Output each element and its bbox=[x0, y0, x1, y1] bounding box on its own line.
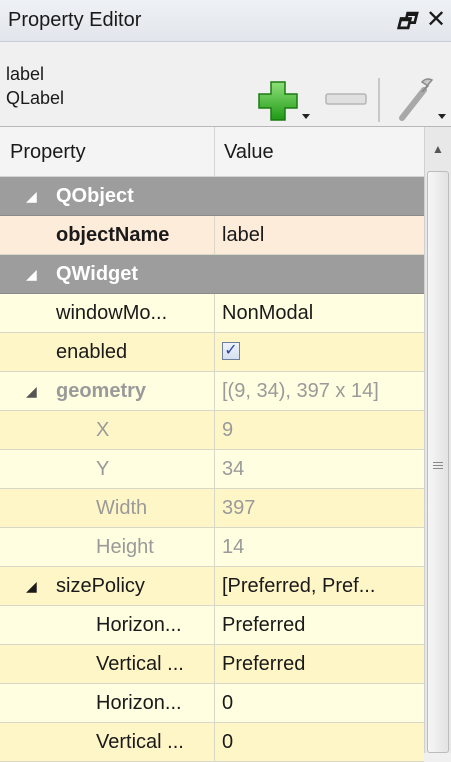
property-value[interactable]: 34 bbox=[222, 458, 244, 481]
vertical-scrollbar[interactable]: ▲ bbox=[424, 127, 451, 753]
property-name: Height bbox=[96, 536, 154, 558]
property-name: X bbox=[96, 419, 110, 441]
property-row-horizontal-stretch[interactable]: Horizon... 0 bbox=[0, 684, 424, 723]
property-row-horizontal-policy[interactable]: Horizon... Preferred bbox=[0, 606, 424, 645]
toolbar-separator bbox=[378, 78, 380, 122]
property-value[interactable]: [Preferred, Pref... bbox=[222, 575, 375, 598]
header-value[interactable]: Value bbox=[224, 141, 274, 164]
column-divider bbox=[214, 528, 215, 567]
add-dynamic-property-button[interactable] bbox=[258, 80, 316, 124]
property-row-enabled[interactable]: enabled ✓ bbox=[0, 333, 424, 372]
column-divider bbox=[214, 372, 215, 411]
property-row-x[interactable]: X 9 bbox=[0, 411, 424, 450]
property-name: enabled bbox=[56, 341, 128, 363]
collapse-arrow-icon[interactable]: ◢ bbox=[26, 578, 37, 595]
property-value[interactable]: 0 bbox=[222, 692, 233, 715]
column-divider bbox=[214, 450, 215, 489]
collapse-arrow-icon[interactable]: ◢ bbox=[26, 383, 37, 400]
close-icon[interactable]: ✕ bbox=[425, 5, 447, 33]
property-value[interactable]: 9 bbox=[222, 419, 233, 442]
property-row-vertical-stretch[interactable]: Vertical ... 0 bbox=[0, 723, 424, 762]
property-value[interactable]: 14 bbox=[222, 536, 244, 559]
category-label: QWidget bbox=[56, 263, 139, 285]
remove-dynamic-property-button[interactable] bbox=[322, 84, 370, 114]
property-name: geometry bbox=[56, 380, 147, 402]
property-name: windowMo... bbox=[56, 302, 168, 324]
property-table: Property Value ◢ QObject objectName labe… bbox=[0, 126, 451, 762]
column-divider bbox=[214, 567, 215, 606]
property-name: Width bbox=[96, 497, 148, 519]
collapse-arrow-icon[interactable]: ◢ bbox=[26, 266, 37, 283]
property-row-y[interactable]: Y 34 bbox=[0, 450, 424, 489]
column-divider bbox=[214, 216, 215, 255]
property-name: Horizon... bbox=[96, 692, 182, 714]
column-divider bbox=[214, 723, 215, 762]
category-row-qobject[interactable]: ◢ QObject bbox=[0, 177, 424, 216]
enabled-checkbox[interactable]: ✓ bbox=[222, 342, 240, 360]
window-title: Property Editor bbox=[8, 9, 142, 31]
category-row-qwidget[interactable]: ◢ QWidget bbox=[0, 255, 424, 294]
property-name: Horizon... bbox=[96, 614, 182, 636]
column-divider bbox=[214, 684, 215, 723]
column-divider bbox=[214, 645, 215, 684]
property-value[interactable]: [(9, 34), 397 x 14] bbox=[222, 380, 379, 403]
property-row-height[interactable]: Height 14 bbox=[0, 528, 424, 567]
property-value[interactable]: NonModal bbox=[222, 302, 313, 325]
scroll-grip-icon bbox=[433, 462, 443, 472]
property-value[interactable]: 397 bbox=[222, 497, 255, 520]
property-name: Vertical ... bbox=[96, 731, 184, 753]
column-divider bbox=[214, 411, 215, 450]
remove-dynamic-property-icon bbox=[325, 93, 367, 105]
table-header: Property Value bbox=[0, 127, 424, 177]
property-row-windowmodality[interactable]: windowMo... NonModal bbox=[0, 294, 424, 333]
float-icon[interactable]: 🗗 bbox=[396, 7, 416, 33]
property-name: Vertical ... bbox=[96, 653, 184, 675]
property-name: objectName bbox=[56, 224, 170, 246]
property-value[interactable]: Preferred bbox=[222, 614, 305, 637]
header-divider bbox=[214, 127, 215, 177]
collapse-arrow-icon[interactable]: ◢ bbox=[26, 188, 37, 205]
property-row-vertical-policy[interactable]: Vertical ... Preferred bbox=[0, 645, 424, 684]
property-name: Y bbox=[96, 458, 110, 480]
property-value[interactable]: label bbox=[222, 224, 264, 247]
column-divider bbox=[214, 294, 215, 333]
property-row-sizepolicy[interactable]: ◢ sizePolicy [Preferred, Pref... bbox=[0, 567, 424, 606]
property-row-objectname[interactable]: objectName label bbox=[0, 216, 424, 255]
column-divider bbox=[214, 606, 215, 645]
configure-button[interactable] bbox=[394, 76, 448, 124]
add-dynamic-property-icon bbox=[258, 81, 310, 121]
title-bar: Property Editor 🗗 ✕ bbox=[0, 0, 451, 42]
scroll-thumb[interactable] bbox=[427, 171, 449, 753]
property-row-geometry[interactable]: ◢ geometry [(9, 34), 397 x 14] bbox=[0, 372, 424, 411]
column-divider bbox=[214, 333, 215, 372]
configure-wrench-icon bbox=[399, 78, 446, 121]
scroll-up-arrow-icon[interactable]: ▲ bbox=[425, 127, 451, 171]
property-value[interactable]: Preferred bbox=[222, 653, 305, 676]
property-name: sizePolicy bbox=[56, 575, 145, 597]
column-divider bbox=[214, 489, 215, 528]
object-name-label: label bbox=[6, 64, 45, 84]
object-class-label: QLabel bbox=[6, 88, 65, 108]
property-row-width[interactable]: Width 397 bbox=[0, 489, 424, 528]
category-label: QObject bbox=[56, 185, 134, 207]
header-property[interactable]: Property bbox=[10, 141, 86, 164]
property-value[interactable]: 0 bbox=[222, 731, 233, 754]
object-info-bar: label QLabel bbox=[0, 42, 451, 126]
